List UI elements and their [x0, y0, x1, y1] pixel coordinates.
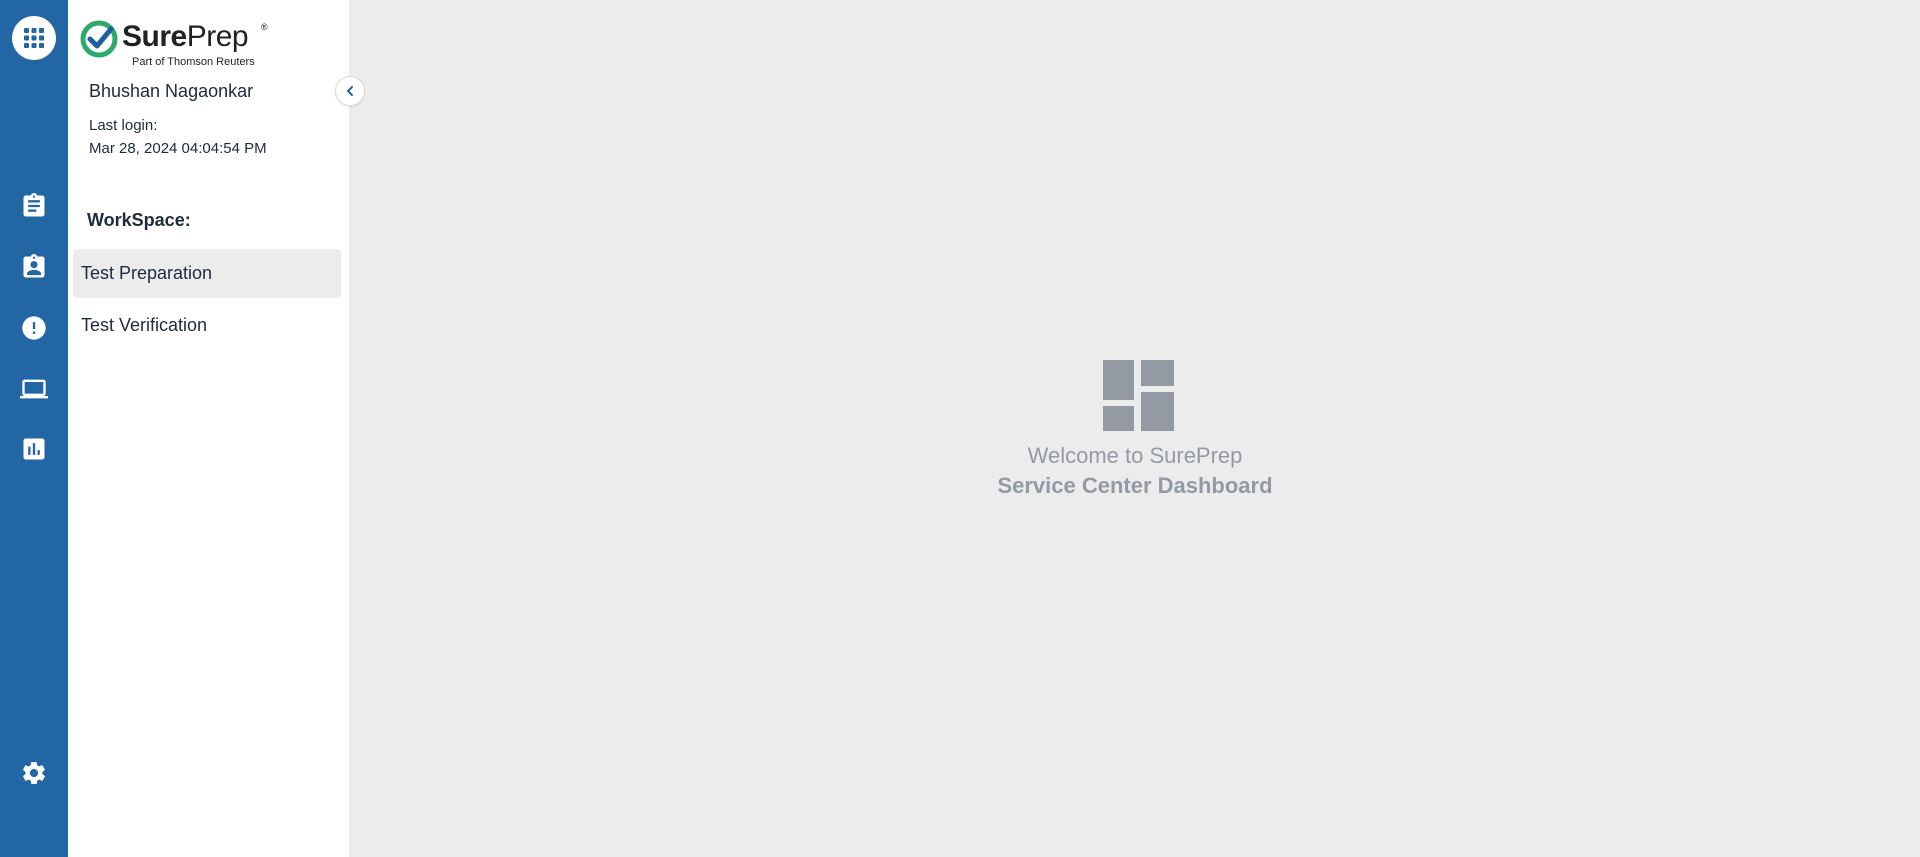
sureprep-logo: SurePrep ® Part of Thomson Reuters: [80, 20, 280, 72]
workspace-label: WorkSpace:: [87, 210, 191, 230]
workspace-item-test-verification[interactable]: Test Verification: [73, 301, 341, 350]
laptop-icon: [20, 379, 48, 399]
checkmark-logo-icon: [80, 20, 118, 58]
rail-settings-button[interactable]: [20, 759, 48, 787]
workspace-item-test-preparation[interactable]: Test Preparation: [73, 249, 341, 298]
dashboard-icon: [1103, 360, 1174, 431]
rail-reports-button[interactable]: [20, 435, 48, 463]
apps-grid-icon: [24, 28, 44, 48]
workspace-item-label: Test Verification: [81, 315, 208, 335]
apps-grid-button[interactable]: [12, 16, 56, 60]
chevron-left-icon: [347, 86, 353, 96]
workspace-item-label: Test Preparation: [81, 263, 213, 283]
collapse-panel-button[interactable]: [335, 76, 365, 106]
user-name: Bhushan Nagaonkar: [89, 81, 254, 101]
alert-circle-icon: [22, 316, 46, 340]
rail-laptop-button[interactable]: [20, 375, 48, 403]
assignment-user-icon: [23, 254, 45, 278]
rail-clipboard-button[interactable]: [20, 192, 48, 220]
left-nav-rail: [0, 0, 68, 857]
logo-tagline: Part of Thomson Reuters: [132, 56, 255, 68]
last-login-label: Last login:: [89, 117, 158, 134]
side-panel: SurePrep ® Part of Thomson Reuters Bhush…: [68, 0, 349, 857]
rail-alert-button[interactable]: [20, 314, 48, 342]
welcome-subheading: Service Center Dashboard: [997, 473, 1273, 498]
registered-mark: ®: [261, 22, 268, 32]
last-login-value: Mar 28, 2024 04:04:54 PM: [89, 140, 267, 157]
bar-chart-icon: [23, 438, 45, 460]
settings-gear-icon: [23, 762, 45, 784]
logo-wordmark: SurePrep: [122, 20, 249, 53]
clipboard-icon: [23, 193, 45, 217]
rail-assignment-user-button[interactable]: [20, 253, 48, 281]
welcome-heading: Welcome to SurePrep: [1027, 443, 1243, 468]
